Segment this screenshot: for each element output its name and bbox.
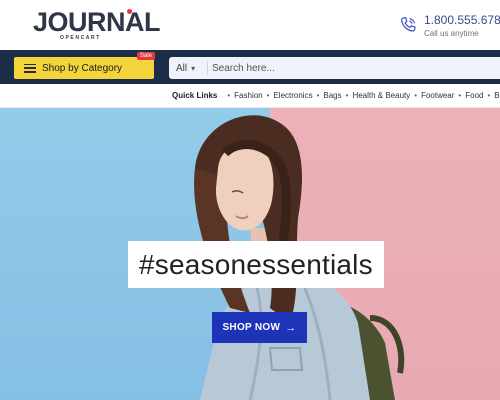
quick-link-item[interactable]: Footwear [421,91,454,100]
quick-links-title: Quick Links [172,91,218,100]
quick-link-item[interactable]: B [494,91,499,100]
search-input[interactable] [212,62,482,74]
quick-link-item[interactable]: Electronics [273,91,312,100]
quick-link-separator: • [458,91,462,100]
phone-icon [401,17,416,32]
chevron-down-icon: ▾ [191,63,196,73]
hamburger-icon [24,63,36,73]
search-category-select[interactable]: All ▾ [169,63,207,74]
phone-number: 1.800.555.6789 [424,13,500,27]
logo-subtitle: OPENCART [60,35,101,41]
quick-link-item[interactable]: Fashion [234,91,262,100]
phone-contact[interactable]: 1.800.555.6789 Call us anytime [398,13,500,43]
quick-links-bar: Quick Links • Fashion • Electronics • Bags • He… [0,84,500,108]
main-nav-bar: Shop by Category Sale All ▾ [0,50,500,84]
quick-link-separator: • [414,91,418,100]
arrow-right-icon: → [285,321,297,334]
quick-link-item[interactable]: Bags [323,91,341,100]
site-header: JOURNAL OPENCART 1.800.555.6789 Call us … [0,0,500,50]
quick-link-separator: • [227,91,231,100]
search-category-label: All [176,62,188,74]
phone-caption: Call us anytime [424,29,479,38]
logo-wordmark: JOURNAL [33,7,161,37]
quick-link-item[interactable]: Health & Beauty [352,91,410,100]
search-divider [207,61,208,75]
shop-now-button[interactable]: SHOP NOW → [212,312,307,343]
quick-link-separator: • [487,91,491,100]
hero-banner[interactable]: #seasonessentials SHOP NOW → [0,108,500,400]
quick-link-item[interactable]: Food [465,91,483,100]
search-bar: All ▾ [169,57,500,79]
sale-badge: Sale [136,52,155,60]
shop-by-category-button[interactable]: Shop by Category Sale [14,52,155,79]
shop-by-category-label: Shop by Category [42,62,123,74]
site-logo[interactable]: JOURNAL OPENCART [33,7,161,43]
hero-tagline-text: #seasonessentials [139,248,373,280]
shop-now-label: SHOP NOW [222,322,281,333]
quick-links-row: Quick Links • Fashion • Electronics • Bags • He… [172,91,500,100]
hero-tagline: #seasonessentials [128,241,384,288]
quick-link-separator: • [316,91,320,100]
quick-link-separator: • [266,91,270,100]
logo-accent-dot [127,9,132,14]
quick-link-separator: • [345,91,349,100]
